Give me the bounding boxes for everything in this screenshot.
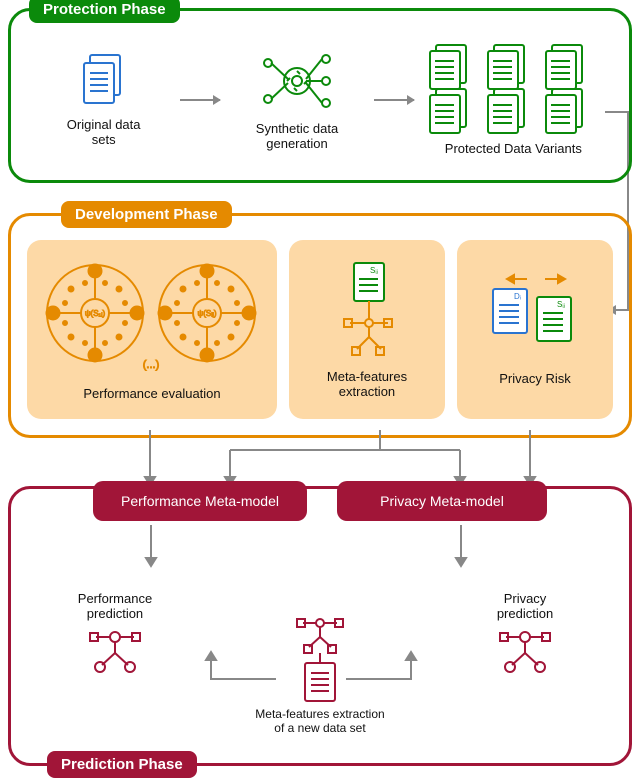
original-data-sets: Original data sets (27, 53, 180, 147)
perf-pred-label: Performance prediction (78, 591, 152, 621)
tree-output-icon (490, 627, 560, 677)
formula-right: ψ(Sᵢⱼ) (197, 309, 216, 318)
new-data-set-meta: Meta-features extraction of a new data s… (230, 615, 410, 735)
doc-label-sij: Sᵢⱼ (370, 266, 378, 275)
development-phase: Development Phase ψ(S₁ᵢ) (8, 213, 632, 438)
meta-model-row: Performance Meta-model Privacy Meta-mode… (11, 481, 629, 521)
variants-label: Protected Data Variants (445, 141, 582, 156)
network-gear-icon (258, 49, 336, 115)
ellipsis: (...) (143, 359, 160, 371)
document-compare-icon: Dᵢ Sᵢⱼ (487, 273, 583, 363)
doc-label-sij2: Sᵢⱼ (557, 300, 565, 309)
documents-icon (80, 53, 128, 111)
tree-output-icon (80, 627, 150, 677)
meta-features-card: Sᵢⱼ Meta-features extraction (289, 240, 445, 419)
protection-title: Protection Phase (29, 0, 180, 23)
privacy-risk-label: Privacy Risk (499, 371, 571, 386)
arrow-right-icon (180, 99, 220, 101)
prediction-title: Prediction Phase (47, 751, 197, 778)
perf-eval-label: Performance evaluation (83, 386, 220, 401)
formula-left: ψ(S₁ᵢ) (85, 309, 106, 318)
document-tree-icon: Sᵢⱼ (332, 261, 402, 361)
documents-grid-icon (428, 43, 598, 135)
development-title: Development Phase (61, 201, 232, 228)
prediction-phase: Prediction Phase Performance Meta-model … (8, 486, 632, 766)
priv-pred-label: Privacy prediction (497, 591, 553, 621)
doc-label-di: Dᵢ (514, 292, 521, 301)
original-data-label: Original data sets (67, 117, 141, 147)
privacy-meta-model: Privacy Meta-model (337, 481, 547, 521)
document-tree-maroon-icon (285, 615, 355, 707)
synthetic-data-generation: Synthetic data generation (220, 49, 373, 151)
privacy-prediction: Privacy prediction (455, 591, 595, 677)
radial-network-icon: ψ(S₁ᵢ) ψ(Sᵢⱼ) (37, 258, 267, 378)
synth-label: Synthetic data generation (256, 121, 338, 151)
privacy-risk-card: Dᵢ Sᵢⱼ Privacy Risk (457, 240, 613, 419)
meta-feat-label: Meta-features extraction (327, 369, 407, 399)
performance-meta-model: Performance Meta-model (93, 481, 307, 521)
protection-phase: Protection Phase Original data sets (8, 8, 632, 183)
arrow-right-icon (374, 99, 414, 101)
performance-prediction: Performance prediction (45, 591, 185, 677)
performance-evaluation-card: ψ(S₁ᵢ) ψ(Sᵢⱼ) (27, 240, 277, 419)
center-meta-label: Meta-features extraction of a new data s… (255, 707, 384, 735)
protected-data-variants: Protected Data Variants (414, 43, 613, 156)
